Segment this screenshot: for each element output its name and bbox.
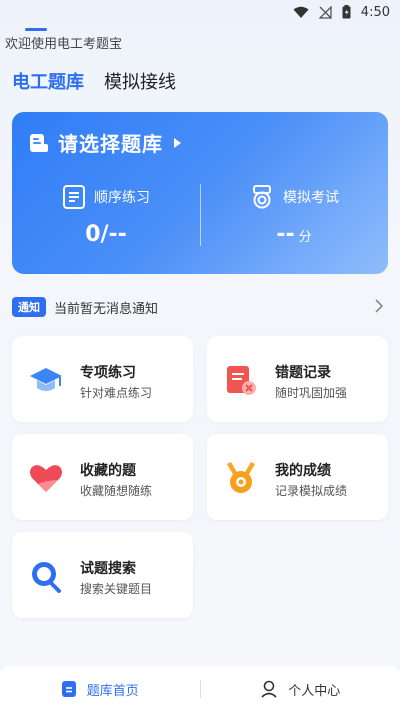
question-bank-icon (61, 681, 76, 697)
card-title: 错题记录 (275, 365, 331, 381)
battery-icon (342, 5, 351, 19)
tab-question-bank[interactable]: 电工题库 (12, 68, 84, 100)
card-favorites[interactable]: 收藏的题 收藏随想随练 (12, 434, 193, 520)
select-bank-button[interactable]: 请选择题库 (28, 128, 183, 157)
card-title: 试题搜索 (80, 561, 136, 577)
card-subtitle: 记录模拟成绩 (275, 484, 348, 498)
wifi-icon (293, 6, 309, 18)
score-unit: 分 (298, 230, 312, 245)
mock-exam[interactable]: 模拟考试 -- 分 (200, 184, 388, 247)
notice-badge: 通知 (12, 297, 46, 317)
sequential-progress: 0/-- (85, 222, 127, 247)
caret-right-icon (174, 137, 181, 148)
card-subtitle: 针对难点练习 (80, 386, 153, 400)
tab-label: 模拟接线 (104, 72, 176, 93)
list-icon (63, 185, 85, 209)
status-bar: 4:50 (0, 0, 400, 24)
tab-simulated-wiring[interactable]: 模拟接线 (104, 68, 176, 100)
mock-exam-label: 模拟考试 (283, 190, 339, 206)
nav-label: 个人中心 (288, 683, 341, 699)
no-signal-icon (318, 5, 332, 19)
heart-icon (30, 465, 62, 492)
nav-label: 题库首页 (86, 683, 139, 699)
card-title: 专项练习 (80, 365, 136, 381)
medal-icon (227, 462, 255, 493)
tab-label: 电工题库 (12, 72, 84, 93)
graduation-cap-icon (30, 368, 62, 391)
card-subtitle: 随时巩固加强 (275, 386, 348, 400)
hero-title: 请选择题库 (58, 132, 163, 156)
mock-exam-score: -- (276, 222, 295, 247)
sequential-practice-label: 顺序练习 (94, 190, 150, 206)
card-title: 我的成绩 (275, 463, 331, 479)
exam-medal-icon (253, 185, 271, 209)
status-time: 4:50 (360, 4, 390, 20)
document-icon (30, 133, 48, 152)
wrong-record-icon (227, 366, 256, 395)
welcome-text: 欢迎使用电工考题宝 (5, 37, 123, 52)
user-icon (261, 680, 277, 698)
nav-question-bank-home[interactable]: 题库首页 (0, 680, 200, 699)
hero-card: 请选择题库 顺序练习 0/-- 模拟考试 -- 分 (12, 112, 388, 274)
notice-text: 当前暂无消息通知 (54, 301, 159, 317)
top-tabs: 电工题库 模拟接线 (12, 68, 176, 100)
card-question-search[interactable]: 试题搜索 搜索关键题目 (12, 532, 193, 618)
card-wrong-records[interactable]: 错题记录 随时巩固加强 (207, 336, 388, 422)
card-subtitle: 搜索关键题目 (80, 582, 153, 596)
notice-bar[interactable]: 通知 当前暂无消息通知 (12, 296, 388, 318)
bottom-nav: 题库首页 个人中心 (0, 666, 400, 712)
card-my-scores[interactable]: 我的成绩 记录模拟成绩 (207, 434, 388, 520)
card-title: 收藏的题 (80, 463, 136, 479)
card-subtitle: 收藏随想随练 (80, 484, 153, 498)
search-icon (32, 562, 61, 593)
nav-personal-center[interactable]: 个人中心 (201, 680, 400, 699)
card-special-practice[interactable]: 专项练习 针对难点练习 (12, 336, 193, 422)
sequential-practice[interactable]: 顺序练习 0/-- (12, 184, 200, 247)
chevron-right-icon (375, 299, 384, 313)
active-tab-indicator (25, 28, 47, 31)
